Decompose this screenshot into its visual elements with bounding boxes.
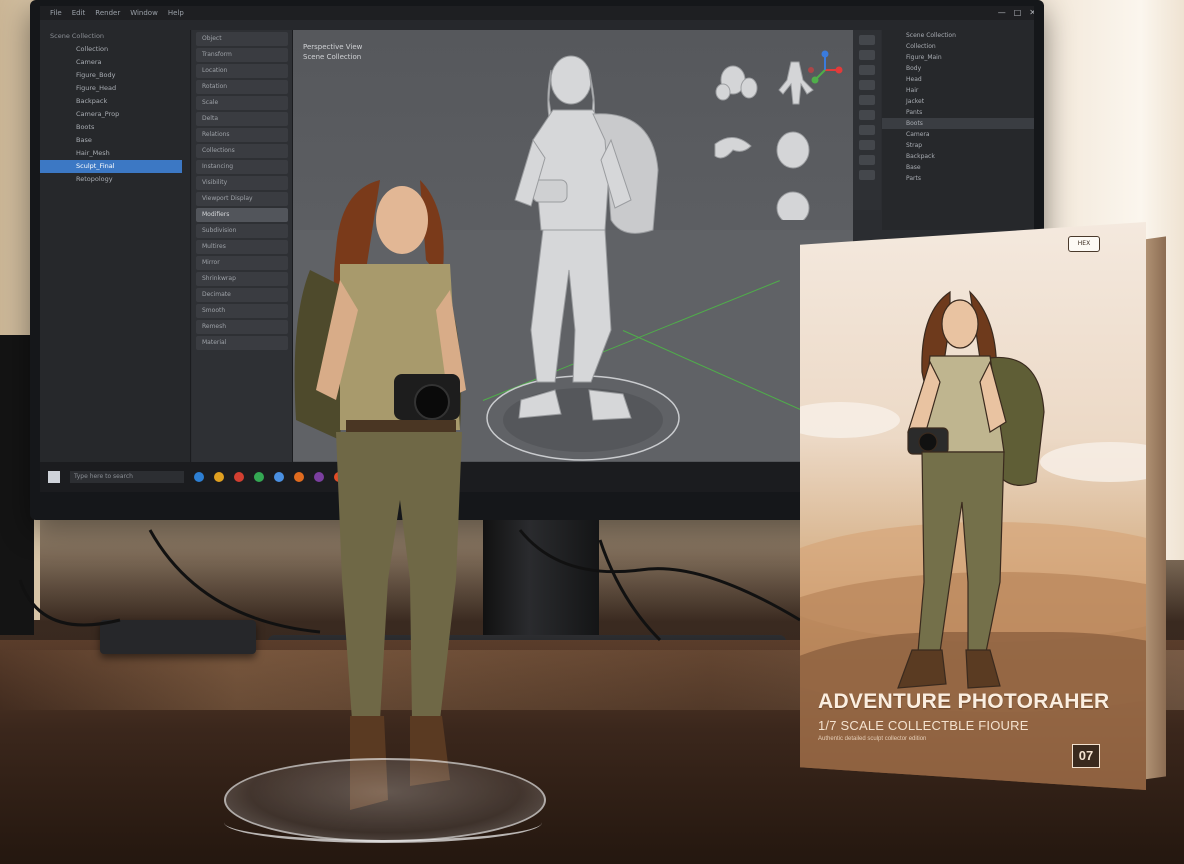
outliner-item[interactable]: Backpack (882, 151, 1034, 162)
outliner-item-selected[interactable]: Boots (882, 118, 1034, 129)
outliner-item[interactable]: Figure_Body (40, 69, 190, 82)
figurine-belt (346, 420, 456, 434)
menu-help[interactable]: Help (168, 9, 184, 17)
thumb-strap (714, 137, 752, 159)
outliner-item[interactable]: Pants (882, 107, 1034, 118)
axis-gizmo[interactable] (805, 48, 845, 88)
menu-window[interactable]: Window (130, 9, 158, 17)
thumb-hair (776, 131, 810, 169)
outliner-item[interactable]: Boots (40, 121, 190, 134)
box-brand-logo: HEX (1068, 236, 1100, 252)
outliner-item[interactable]: Camera (40, 56, 190, 69)
outliner-item-selected[interactable]: Sculpt_Final (40, 160, 182, 173)
usb-hub (100, 620, 256, 654)
property-row[interactable]: Collections (196, 144, 288, 158)
thumb-bust (776, 191, 810, 220)
scene-outliner: Scene Collection Collection Camera Figur… (40, 30, 191, 462)
tool-button[interactable] (859, 155, 875, 165)
outliner-item[interactable]: Figure_Main (882, 52, 1034, 63)
thumb-head-parts (715, 65, 758, 101)
menu-file[interactable]: File (50, 9, 62, 17)
outliner-item[interactable]: Collection (882, 41, 1034, 52)
outliner-item[interactable]: Collection (40, 43, 190, 56)
maximize-icon[interactable]: □ (1014, 8, 1022, 17)
tool-button[interactable] (859, 35, 875, 45)
tool-button[interactable] (859, 80, 875, 90)
collectible-box: HEX ADVENTURE PHOTORAHER 1/7 SCALE COLLE… (800, 222, 1146, 790)
property-row[interactable]: Transform (196, 48, 288, 62)
figurine-camera-lens (414, 384, 450, 420)
outliner-item[interactable]: Base (40, 134, 190, 147)
start-icon[interactable] (48, 471, 60, 483)
right-outliner: Scene Collection Collection Figure_Main … (882, 30, 1034, 230)
property-row[interactable]: Object (196, 32, 288, 46)
outliner-header: Scene Collection (50, 32, 105, 40)
outliner-item[interactable]: Scene Collection (882, 30, 1034, 41)
illus-camera-lens (918, 432, 938, 452)
figurine-pants (336, 432, 462, 720)
box-fineprint: Authentic detailed sculpt collector edit… (818, 736, 927, 742)
outliner-item[interactable]: Retopology (40, 173, 190, 186)
outliner-item[interactable]: Figure_Head (40, 82, 190, 95)
window-controls: — □ ✕ (998, 8, 1034, 17)
box-illustration (897, 290, 1045, 689)
taskbar-app-icon[interactable] (214, 472, 224, 482)
figurine (294, 180, 466, 810)
outliner-item[interactable]: Parts (882, 173, 1034, 184)
taskbar-search[interactable]: Type here to search (70, 471, 184, 483)
outliner-item[interactable]: Backpack (40, 95, 190, 108)
figurine-face (376, 186, 428, 254)
speaker (0, 335, 34, 635)
acrylic-base-edge (224, 802, 542, 843)
tool-button[interactable] (859, 110, 875, 120)
outliner-item[interactable]: Camera_Prop (40, 108, 190, 121)
outliner-item[interactable]: Strap (882, 140, 1034, 151)
box-title: ADVENTURE PHOTORAHER (818, 690, 1110, 713)
outliner-item[interactable]: Camera (882, 129, 1034, 140)
outliner-item[interactable]: Hair (882, 85, 1034, 96)
menu-render[interactable]: Render (95, 9, 120, 17)
outliner-item[interactable]: Body (882, 63, 1034, 74)
sculpt-figure (514, 55, 659, 421)
tool-button[interactable] (859, 65, 875, 75)
property-row[interactable]: Location (196, 64, 288, 78)
outliner-item[interactable]: Jacket (882, 96, 1034, 107)
app-menu-bar: File Edit Render Window Help — □ ✕ (40, 6, 1034, 20)
property-row[interactable]: Delta (196, 112, 288, 126)
box-age-badge: 07 (1072, 744, 1100, 768)
taskbar-app-icon[interactable] (194, 472, 204, 482)
taskbar-app-icon[interactable] (254, 472, 264, 482)
illus-face (941, 299, 979, 349)
property-row[interactable]: Rotation (196, 80, 288, 94)
tool-button[interactable] (859, 170, 875, 180)
taskbar-app-icon[interactable] (234, 472, 244, 482)
outliner-item[interactable]: Base (882, 162, 1034, 173)
property-row[interactable]: Relations (196, 128, 288, 142)
minimize-icon[interactable]: — (998, 8, 1006, 17)
tool-button[interactable] (859, 95, 875, 105)
view-tools (853, 30, 881, 210)
tool-button[interactable] (859, 140, 875, 150)
property-row[interactable]: Scale (196, 96, 288, 110)
close-icon[interactable]: ✕ (1029, 8, 1034, 17)
illus-boot-left (897, 649, 947, 689)
menu-edit[interactable]: Edit (72, 9, 86, 17)
toolbar (40, 20, 1034, 30)
outliner-item[interactable]: Head (882, 74, 1034, 85)
illus-pants (917, 451, 1005, 653)
tool-button[interactable] (859, 50, 875, 60)
box-subtitle: 1/7 SCALE COLLECTBLE FIOURE (818, 718, 1029, 733)
photo-scene: File Edit Render Window Help — □ ✕ Scene… (0, 0, 1184, 864)
tool-button[interactable] (859, 125, 875, 135)
illus-boot-right (965, 649, 1001, 689)
outliner-item[interactable]: Hair_Mesh (40, 147, 190, 160)
